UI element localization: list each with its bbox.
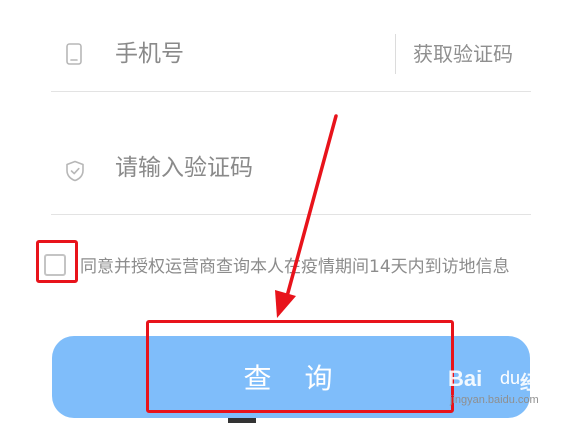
phone-row: 获取验证码 (51, 22, 531, 90)
divider (51, 91, 531, 92)
paw-icon: du (500, 368, 521, 388)
watermark-brand: 经验 (520, 373, 559, 394)
field-separator (395, 34, 396, 74)
shield-check-icon (66, 160, 84, 182)
code-row (51, 136, 531, 200)
divider (51, 214, 531, 215)
baidu-jingyan-watermark: Bai du 经验 jingyan.baidu.com (448, 366, 580, 410)
verification-code-input[interactable] (115, 150, 515, 186)
bottom-indicator (228, 418, 256, 423)
phone-icon (66, 43, 82, 65)
highlight-button-annotation (146, 320, 454, 413)
agreement-text: 同意并授权运营商查询本人在疫情期间14天内到访地信息 (80, 257, 510, 277)
watermark-logo-text: Bai (448, 366, 483, 391)
get-code-button[interactable]: 获取验证码 (413, 38, 513, 67)
highlight-checkbox-annotation (36, 240, 78, 283)
phone-input[interactable] (115, 36, 375, 72)
watermark-url: jingyan.baidu.com (450, 394, 539, 406)
agreement-row: 同意并授权运营商查询本人在疫情期间14天内到访地信息 (44, 248, 544, 312)
